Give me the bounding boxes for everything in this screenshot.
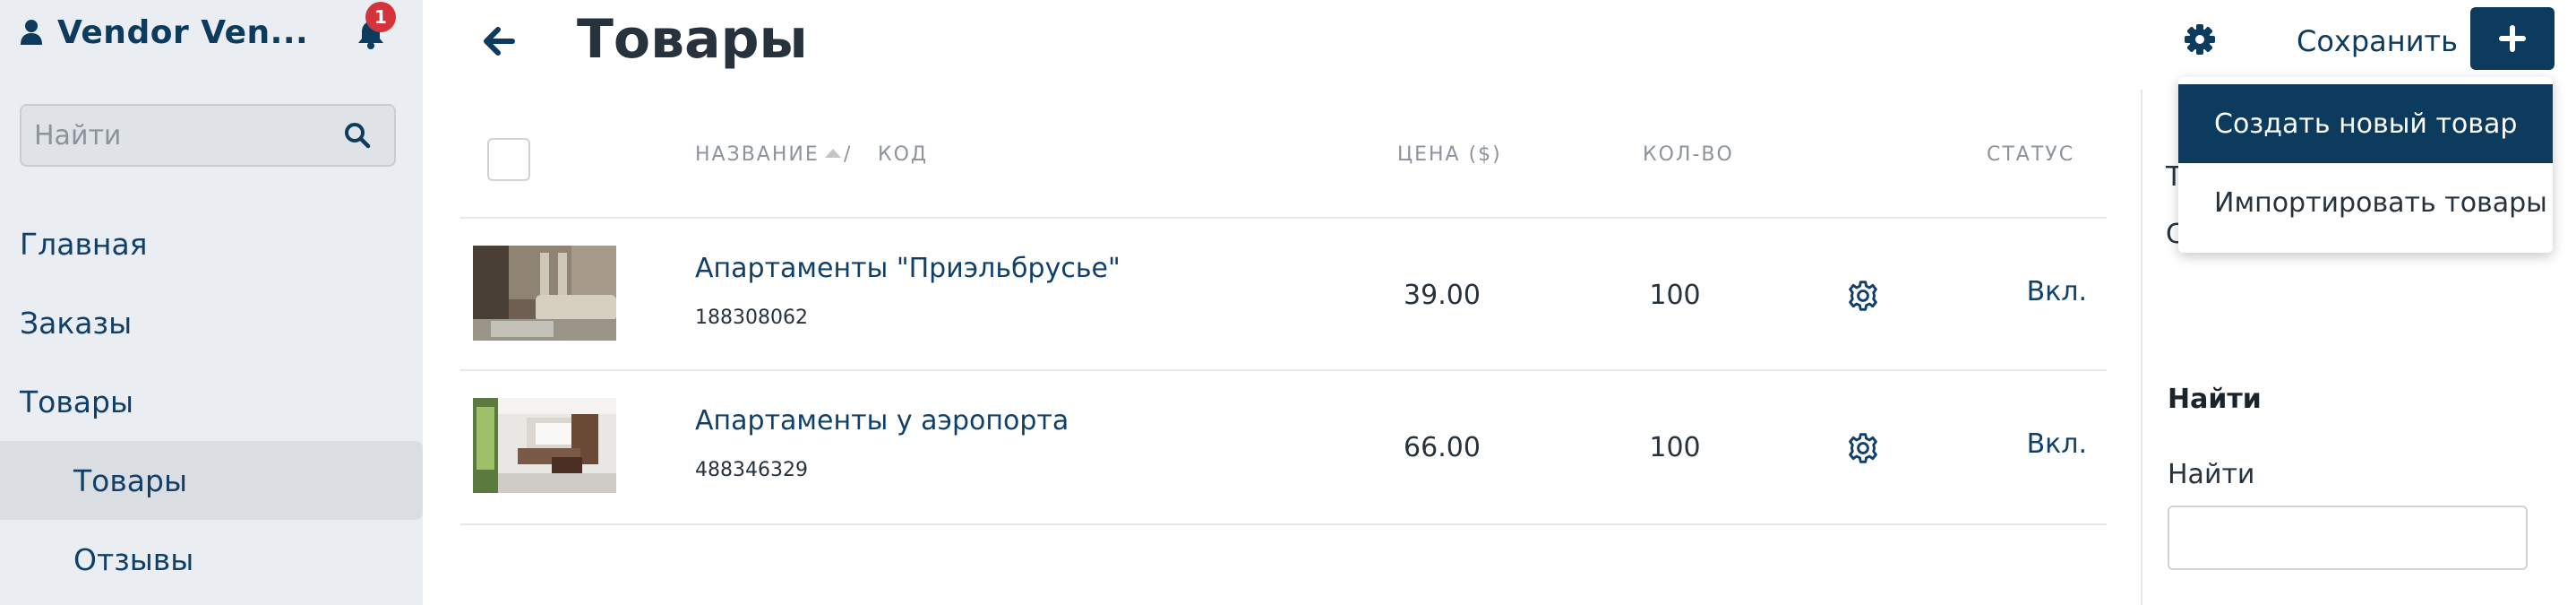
status-toggle[interactable]: Вкл. <box>1997 428 2087 460</box>
nav-subitem-reviews[interactable]: Отзывы <box>0 520 423 599</box>
row-settings-button[interactable] <box>1847 280 1879 312</box>
filter-search-label: Найти <box>2168 459 2255 490</box>
notification-badge: 1 <box>365 2 396 32</box>
row-settings-button[interactable] <box>1847 432 1879 464</box>
search-icon[interactable] <box>344 122 371 149</box>
search-input[interactable] <box>34 106 339 165</box>
product-qty: 100 <box>1649 432 1701 463</box>
nav-item-label: Отзывы <box>73 541 194 577</box>
column-header-status[interactable]: СТАТУС <box>1987 142 2074 169</box>
column-header-code[interactable]: КОД <box>878 142 928 169</box>
nav-item-products[interactable]: Товары <box>0 362 423 441</box>
add-dropdown-menu: Создать новый товар Импортировать товары <box>2178 77 2553 253</box>
product-image <box>473 398 616 493</box>
nav-subitem-products[interactable]: Товары <box>0 441 423 520</box>
product-code: 188308062 <box>695 307 808 329</box>
sort-asc-icon <box>824 149 841 158</box>
vendor-name: Vendor Ven... <box>57 13 309 51</box>
product-price: 39.00 <box>1404 280 1481 311</box>
panel-divider <box>2141 90 2142 605</box>
product-thumbnail[interactable] <box>473 246 616 341</box>
nav-item-label: Товары <box>73 462 188 498</box>
product-name-link[interactable]: Апартаменты у аэропорта <box>695 405 1069 436</box>
column-header-name-label: НАЗВАНИЕ <box>695 143 820 166</box>
sidebar-search <box>20 104 396 167</box>
select-all-checkbox[interactable] <box>487 138 530 181</box>
product-qty: 100 <box>1649 280 1701 311</box>
vendor-switcher[interactable]: Vendor Ven... <box>20 11 308 54</box>
column-header-price[interactable]: ЦЕНА ($) <box>1397 142 1502 169</box>
save-button[interactable]: Сохранить <box>2282 13 2472 70</box>
column-header-separator: / <box>844 143 853 166</box>
page-title: Товары <box>577 8 808 71</box>
filter-heading: Найти <box>2168 384 2262 415</box>
gear-icon <box>2185 24 2215 55</box>
product-image <box>473 246 616 341</box>
product-code: 488346329 <box>695 459 808 481</box>
status-toggle[interactable]: Вкл. <box>1997 276 2087 307</box>
nav-item-orders[interactable]: Заказы <box>0 283 423 362</box>
filter-search-input[interactable] <box>2168 506 2528 570</box>
nav-item-label: Заказы <box>20 305 133 341</box>
gear-icon <box>1849 281 1877 311</box>
product-thumbnail[interactable] <box>473 398 616 493</box>
column-header-qty[interactable]: КОЛ-ВО <box>1643 142 1734 169</box>
nav-item-home[interactable]: Главная <box>0 204 423 283</box>
gear-icon <box>1849 433 1877 463</box>
product-price: 66.00 <box>1404 432 1481 463</box>
divider <box>460 369 2107 371</box>
app: Vendor Ven... 1 Главная Заказы Товары Т <box>0 0 2576 605</box>
user-icon <box>21 20 42 45</box>
add-button[interactable] <box>2470 7 2555 70</box>
divider <box>460 523 2107 525</box>
product-name-link[interactable]: Апартаменты "Приэльбрусье" <box>695 253 1121 284</box>
plus-icon <box>2499 25 2526 52</box>
sidebar: Vendor Ven... 1 Главная Заказы Товары Т <box>0 0 423 605</box>
settings-button[interactable] <box>2182 22 2218 57</box>
back-button[interactable] <box>478 20 521 63</box>
divider <box>460 217 2107 219</box>
column-header-name[interactable]: НАЗВАНИЕ <box>695 142 841 169</box>
arrow-left-icon <box>484 27 515 56</box>
menu-item-create-product[interactable]: Создать новый товар <box>2178 84 2553 163</box>
menu-item-import-products[interactable]: Импортировать товары <box>2178 163 2553 242</box>
nav-item-label: Главная <box>20 226 148 262</box>
nav-item-label: Товары <box>20 384 134 419</box>
